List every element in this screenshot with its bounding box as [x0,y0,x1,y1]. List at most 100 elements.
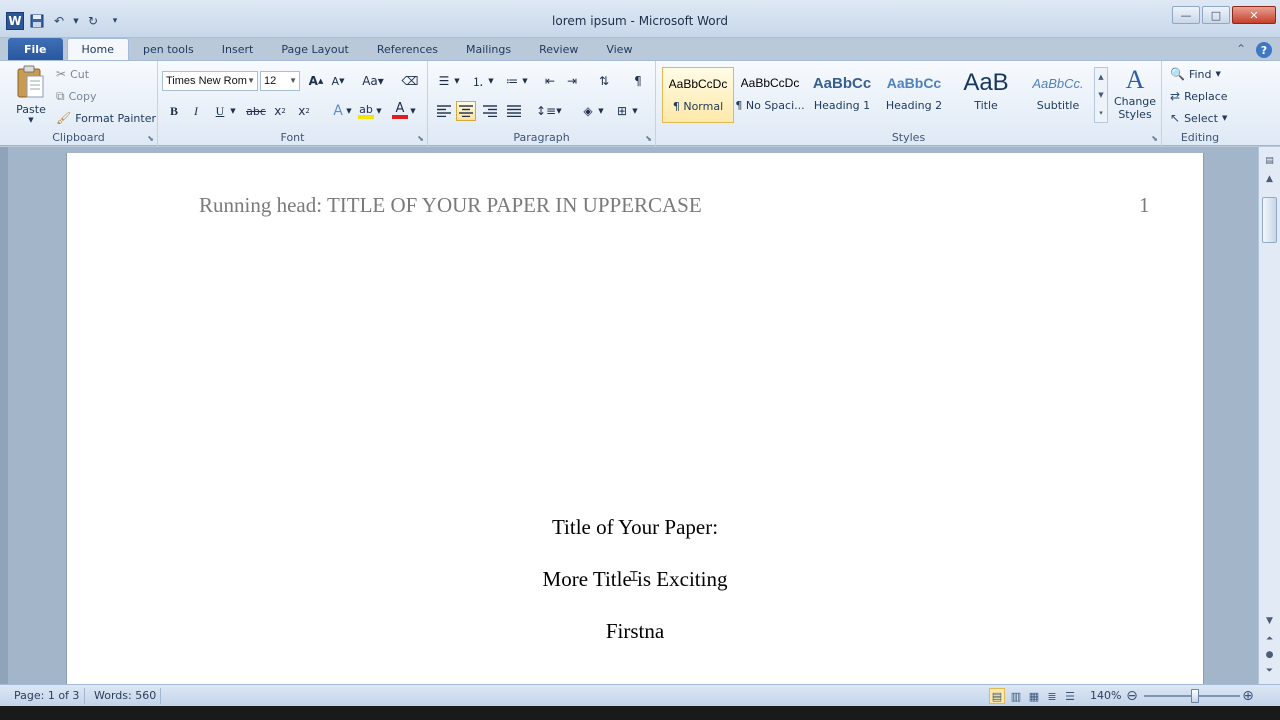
scroll-down-icon[interactable]: ▼ [1261,613,1278,629]
draft-view-icon[interactable]: ☰ [1062,688,1078,704]
select-button[interactable]: ↖ Select ▼ [1170,108,1227,128]
copy-button[interactable]: ⧉ Copy [56,86,96,106]
close-button[interactable]: ✕ [1232,6,1276,24]
subscript-icon[interactable]: x2 [270,101,290,121]
vertical-scrollbar[interactable]: ▤ ▲ ▼ ⏶ ● ⏷ [1258,147,1280,684]
zoom-out-icon[interactable]: ⊖ [1124,688,1140,704]
align-center-icon[interactable] [456,101,476,121]
highlight-icon[interactable]: ab [356,101,376,121]
tab-pen-tools[interactable]: pen tools [129,38,208,60]
replace-button[interactable]: ⇄ Replace [1170,86,1228,106]
underline-icon[interactable]: U [210,101,230,121]
style-heading-1[interactable]: AaBbCc Heading 1 [806,67,878,123]
shading-dropdown-icon[interactable]: ▼ [596,101,606,121]
paragraph-launcher-icon[interactable]: ⬊ [645,134,652,143]
sort-icon[interactable]: ⇅ [594,71,614,91]
superscript-icon[interactable]: x2 [294,101,314,121]
bold-icon[interactable]: B [164,101,184,121]
align-left-icon[interactable] [434,101,454,121]
maximize-button[interactable]: □ [1202,6,1230,24]
multilevel-list-dropdown-icon[interactable]: ▼ [520,71,530,91]
word-count[interactable]: Words: 560 [94,689,156,702]
full-screen-reading-view-icon[interactable]: ▥ [1008,688,1024,704]
tab-view[interactable]: View [592,38,646,60]
justify-icon[interactable] [504,101,524,121]
underline-dropdown-icon[interactable]: ▼ [228,101,238,121]
font-name-combo[interactable]: Times New Rom ▼ [162,71,258,91]
minimize-button[interactable]: — [1172,6,1200,24]
clear-formatting-icon[interactable]: ⌫ [400,71,420,91]
font-color-icon[interactable]: A [390,101,410,121]
bullets-dropdown-icon[interactable]: ▼ [452,71,462,91]
bullets-icon[interactable]: ☰ [434,71,454,91]
author-name[interactable]: Firstna [67,619,1203,644]
previous-page-icon[interactable]: ⏶ [1261,631,1278,647]
web-layout-view-icon[interactable]: ▦ [1026,688,1042,704]
styles-launcher-icon[interactable]: ⬊ [1151,134,1158,143]
line-spacing-icon[interactable]: ↕≡ [536,101,556,121]
shading-icon[interactable]: ◈ [578,101,598,121]
multilevel-list-icon[interactable]: ≔ [502,71,522,91]
find-button[interactable]: 🔍 Find ▼ [1170,64,1221,84]
tab-file[interactable]: File [8,38,63,60]
borders-icon[interactable]: ⊞ [612,101,632,121]
font-launcher-icon[interactable]: ⬊ [417,134,424,143]
zoom-in-icon[interactable]: ⊕ [1240,688,1256,704]
style-heading-1-name: Heading 1 [813,99,871,112]
change-styles-button[interactable]: A Change Styles [1112,65,1158,127]
status-separator [160,688,161,704]
grow-font-icon[interactable]: A ▲ [306,71,326,91]
strikethrough-icon[interactable]: abc [246,101,266,121]
help-icon[interactable]: ? [1256,42,1272,58]
tab-mailings[interactable]: Mailings [452,38,525,60]
style-heading-2[interactable]: AaBbCc Heading 2 [878,67,950,123]
tab-review[interactable]: Review [525,38,592,60]
increase-indent-icon[interactable]: ⇥ [562,71,582,91]
styles-scroll-down-icon[interactable]: ▼ [1098,91,1103,99]
style-subtitle[interactable]: AaBbCc. Subtitle [1022,67,1094,123]
select-browse-object-icon[interactable]: ● [1261,647,1278,663]
zoom-level[interactable]: 140% [1090,689,1121,702]
decrease-indent-icon[interactable]: ⇤ [540,71,560,91]
view-ruler-icon[interactable]: ▤ [1261,153,1278,169]
cut-button[interactable]: ✂ Cut [56,64,89,84]
change-case-icon[interactable]: Aa▾ [360,71,386,91]
styles-more-icon[interactable]: ▾ [1099,109,1103,117]
tab-page-layout[interactable]: Page Layout [267,38,363,60]
show-formatting-marks-icon[interactable]: ¶ [628,71,648,91]
tab-home[interactable]: Home [66,38,129,60]
numbering-dropdown-icon[interactable]: ▼ [486,71,496,91]
scroll-up-icon[interactable]: ▲ [1261,171,1278,187]
borders-dropdown-icon[interactable]: ▼ [630,101,640,121]
italic-icon[interactable]: I [186,101,206,121]
font-color-dropdown-icon[interactable]: ▼ [408,101,418,121]
zoom-slider-thumb[interactable] [1191,689,1199,703]
outline-view-icon[interactable]: ≣ [1044,688,1060,704]
paste-dropdown-icon[interactable]: ▼ [28,116,33,124]
style-normal[interactable]: AaBbCcDc ¶ Normal [662,67,734,123]
paste-button[interactable]: Paste ▼ [10,65,52,127]
line-spacing-dropdown-icon[interactable]: ▼ [554,101,564,121]
title-line-1[interactable]: Title of Your Paper: [67,515,1203,540]
tab-insert[interactable]: Insert [208,38,268,60]
style-title[interactable]: AaB Title [950,67,1022,123]
minimize-ribbon-icon[interactable]: ⌃ [1236,42,1246,58]
styles-scroll-up-icon[interactable]: ▲ [1098,73,1103,81]
numbering-icon[interactable]: ⒈ [468,71,488,91]
highlight-dropdown-icon[interactable]: ▼ [374,101,384,121]
header-page-number[interactable]: 1 [1139,193,1150,218]
font-size-combo[interactable]: 12 ▼ [260,71,300,91]
align-right-icon[interactable] [480,101,500,121]
scroll-thumb[interactable] [1262,197,1277,243]
shrink-font-icon[interactable]: A ▼ [328,71,348,91]
tab-references[interactable]: References [363,38,452,60]
print-layout-view-icon[interactable]: ▤ [989,688,1005,704]
style-no-spacing[interactable]: AaBbCcDc ¶ No Spaci... [734,67,806,123]
clipboard-launcher-icon[interactable]: ⬊ [147,134,154,143]
text-effects-dropdown-icon[interactable]: ▼ [344,101,354,121]
document-page[interactable]: Running head: TITLE OF YOUR PAPER IN UPP… [66,153,1204,684]
running-head[interactable]: Running head: TITLE OF YOUR PAPER IN UPP… [199,193,702,218]
next-page-icon[interactable]: ⏷ [1261,663,1278,679]
page-count[interactable]: Page: 1 of 3 [14,689,79,702]
format-painter-button[interactable]: 🖌 Format Painter [56,108,156,128]
